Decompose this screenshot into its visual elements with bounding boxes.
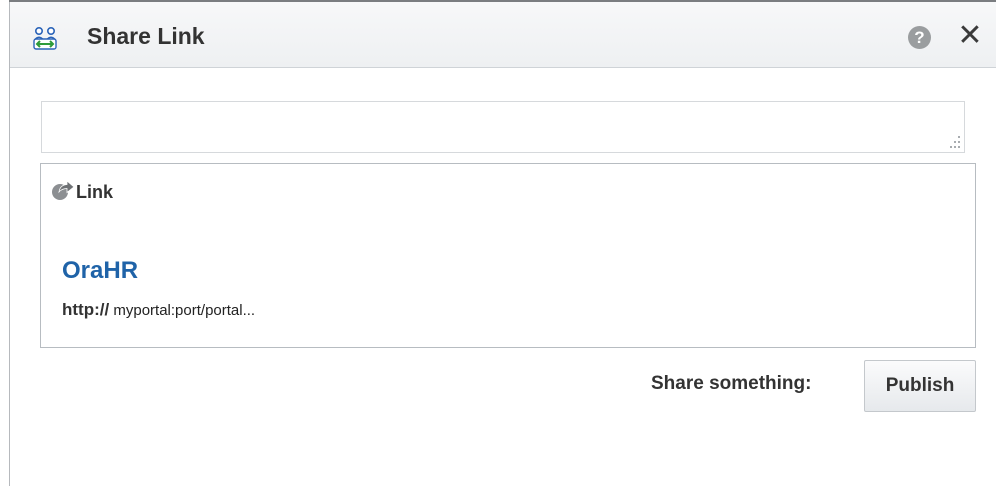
share-something-label: Share something: — [651, 373, 812, 394]
link-url: http:// myportal:port/portal... — [62, 300, 255, 321]
dialog-header: Share Link ? ✕ — [10, 2, 996, 68]
link-type-label: Link — [76, 182, 114, 202]
comment-input[interactable] — [41, 101, 965, 153]
close-icon[interactable]: ✕ — [956, 21, 984, 51]
dialog-border — [9, 0, 10, 486]
share-arrow-icon — [51, 179, 75, 201]
link-url-path: myportal:port/portal... — [109, 302, 256, 319]
share-people-icon — [33, 26, 57, 50]
share-link-dialog: Share Link ? ✕ Link OraHR http:// myport… — [0, 0, 996, 486]
link-preview-panel: Link OraHR http:// myportal:port/portal.… — [40, 163, 976, 348]
dialog-title: Share Link — [87, 23, 205, 49]
help-icon[interactable]: ? — [908, 26, 931, 49]
link-url-protocol: http:// — [62, 300, 110, 319]
publish-button[interactable]: Publish — [864, 360, 976, 412]
link-title[interactable]: OraHR — [62, 257, 138, 285]
